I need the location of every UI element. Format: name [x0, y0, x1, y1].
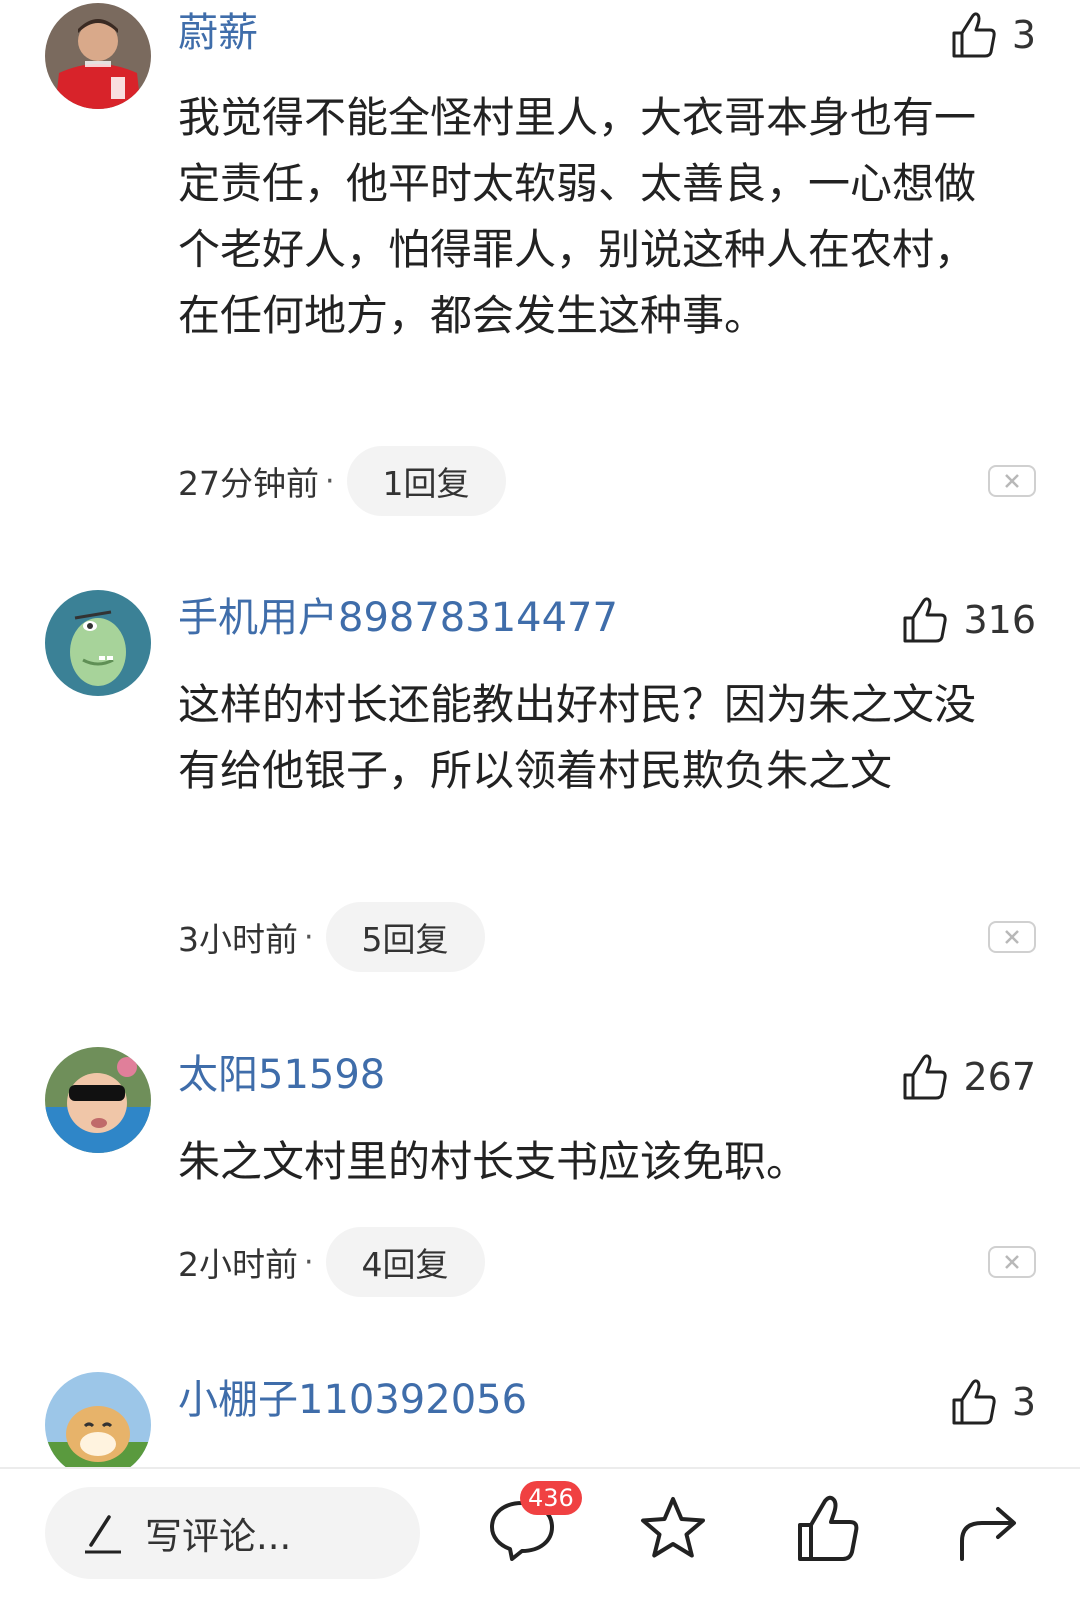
comment-meta: 3小时前 · 5回复	[178, 902, 485, 972]
username[interactable]: 蔚薪	[178, 7, 258, 59]
like-button[interactable]: 3	[948, 1374, 1036, 1430]
comment-count-badge: 436	[520, 1481, 582, 1515]
share-button[interactable]	[952, 1493, 1024, 1565]
thumbs-up-icon	[903, 1054, 948, 1100]
bottom-action-bar: 写评论... 436	[0, 1467, 1080, 1597]
like-count: 316	[963, 598, 1036, 642]
like-button[interactable]: 267	[899, 1049, 1036, 1105]
thumbs-up-icon	[952, 12, 996, 58]
username[interactable]: 太阳51598	[178, 1049, 385, 1101]
avatar[interactable]	[45, 1372, 151, 1467]
avatar[interactable]	[45, 3, 151, 109]
like-article-button[interactable]	[792, 1493, 864, 1565]
comment-time: 27分钟前	[178, 464, 319, 503]
username[interactable]: 手机用户89878314477	[178, 592, 618, 644]
like-button[interactable]: 316	[899, 592, 1036, 648]
close-icon	[1005, 1255, 1019, 1269]
close-icon	[1005, 474, 1019, 488]
close-icon	[1005, 930, 1019, 944]
share-arrow-icon	[960, 1507, 1016, 1561]
username[interactable]: 小棚子110392056	[178, 1374, 527, 1426]
dismiss-button[interactable]	[988, 921, 1036, 953]
thumbs-up-icon	[952, 1379, 996, 1425]
like-button[interactable]: 3	[948, 7, 1036, 63]
write-comment-input[interactable]: 写评论...	[45, 1487, 420, 1579]
reply-count-button[interactable]: 1回复	[346, 446, 506, 516]
comment-meta: 27分钟前 · 1回复	[178, 446, 506, 516]
separator-dot: ·	[325, 463, 335, 499]
like-count: 3	[1011, 1380, 1036, 1424]
pencil-icon	[85, 1515, 121, 1554]
comment-time: 3小时前	[178, 920, 298, 959]
avatar[interactable]	[45, 590, 151, 696]
favorite-button[interactable]	[637, 1493, 709, 1565]
avatar[interactable]	[45, 1047, 151, 1153]
separator-dot: ·	[304, 1244, 314, 1280]
like-count: 3	[1011, 13, 1036, 57]
thumbs-up-icon	[903, 597, 948, 643]
comment-text: 我觉得不能全怪村里人，大衣哥本身也有一定责任，他平时太软弱、太善良，一心想做个老…	[178, 93, 977, 340]
write-comment-placeholder: 写评论...	[145, 1515, 292, 1558]
separator-dot: ·	[304, 919, 314, 955]
reply-count-button[interactable]: 4回复	[325, 1227, 485, 1297]
like-count: 267	[963, 1055, 1036, 1099]
reply-count-button[interactable]: 5回复	[325, 902, 485, 972]
comment-time: 2小时前	[178, 1245, 298, 1284]
star-icon	[641, 1497, 705, 1558]
comment-text: 这样的村长还能教出好村民？因为朱之文没有给他银子，所以领着村民欺负朱之文	[178, 680, 977, 795]
thumbs-up-icon	[798, 1495, 859, 1561]
dismiss-button[interactable]	[988, 465, 1036, 497]
comment-text: 朱之文村里的村长支书应该免职。	[178, 1137, 809, 1186]
comment-list: 蔚薪 3 我觉得不能全怪村里人，大衣哥本身也有一定责任，他平时太软弱、太善良，一…	[0, 0, 1080, 1467]
dismiss-button[interactable]	[988, 1246, 1036, 1278]
comment-meta: 2小时前 · 4回复	[178, 1227, 485, 1297]
